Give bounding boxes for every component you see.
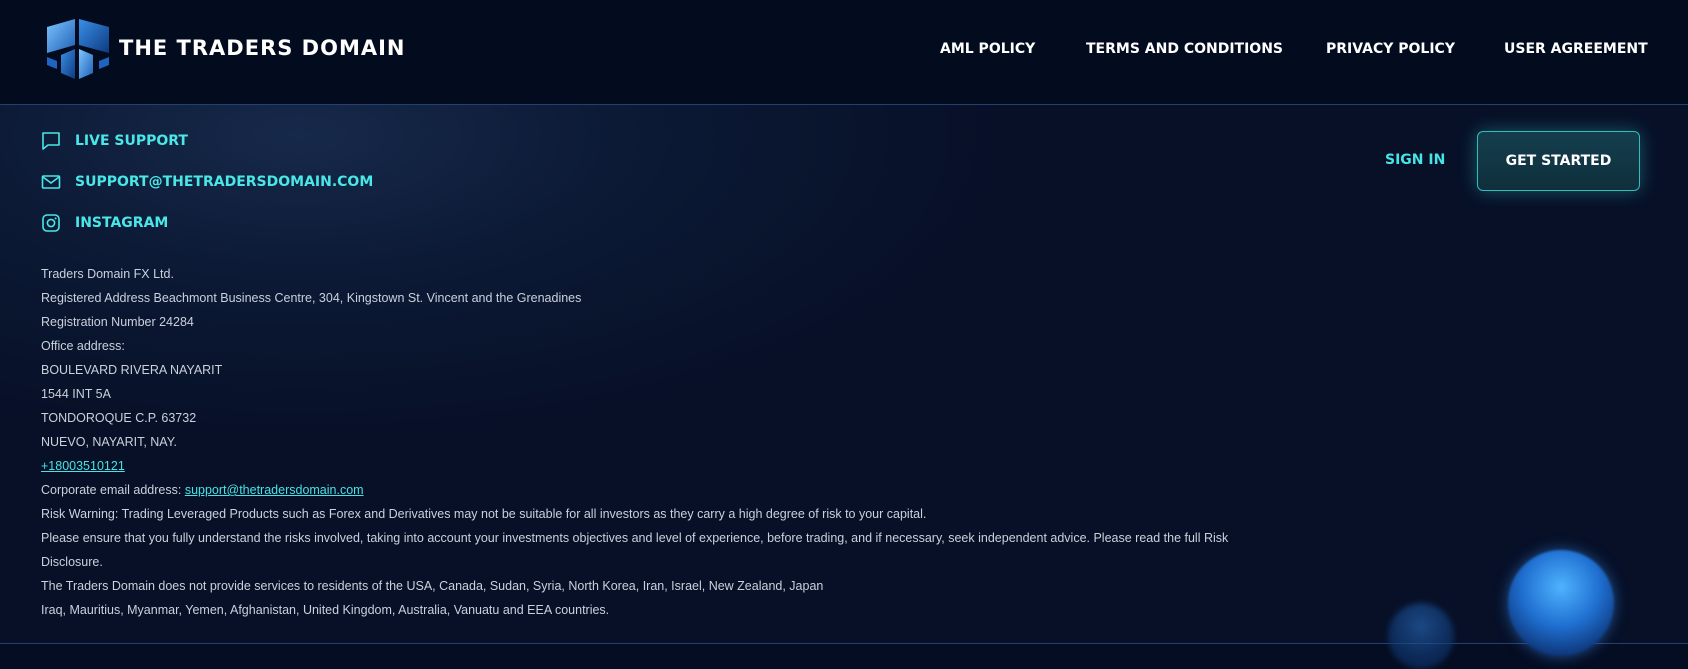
company-name: Traders Domain FX Ltd. (41, 267, 174, 281)
office-address-label: Office address: (41, 339, 125, 353)
risk-warning: Risk Warning: Trading Leveraged Products… (41, 507, 927, 521)
live-support-link[interactable]: LIVE SUPPORT (41, 130, 188, 152)
instagram-icon (42, 214, 60, 232)
cube-logo-icon[interactable] (43, 17, 113, 82)
site-header: THE TRADERS DOMAIN AML POLICY TERMS AND … (0, 0, 1688, 105)
live-support-label: LIVE SUPPORT (75, 133, 188, 149)
corporate-email-label: Corporate email address: (41, 483, 185, 497)
brand-name[interactable]: THE TRADERS DOMAIN (119, 36, 406, 60)
instagram-label: INSTAGRAM (75, 215, 169, 231)
mail-icon (41, 175, 61, 189)
nav-terms-and-conditions[interactable]: TERMS AND CONDITIONS (1086, 41, 1283, 57)
nav-user-agreement[interactable]: USER AGREEMENT (1504, 41, 1648, 57)
instagram-link[interactable]: INSTAGRAM (41, 212, 168, 234)
support-email-label: SUPPORT@THETRADERSDOMAIN.COM (75, 174, 374, 190)
risk-advice-continued: Disclosure. (41, 555, 103, 569)
nav-privacy-policy[interactable]: PRIVACY POLICY (1326, 41, 1455, 57)
get-started-button[interactable]: GET STARTED (1477, 131, 1640, 191)
sign-in-link[interactable]: SIGN IN (1385, 152, 1445, 168)
registered-address: Registered Address Beachmont Business Ce… (41, 291, 582, 305)
office-address-line: NUEVO, NAYARIT, NAY. (41, 435, 177, 449)
support-email-link[interactable]: SUPPORT@THETRADERSDOMAIN.COM (41, 171, 373, 193)
registration-number: Registration Number 24284 (41, 315, 194, 329)
office-address-line: 1544 INT 5A (41, 387, 111, 401)
phone-row: +18003510121 (41, 454, 1361, 478)
service-restriction: The Traders Domain does not provide serv… (41, 579, 824, 593)
risk-advice: Please ensure that you fully understand … (41, 531, 1229, 545)
corporate-email-row: Corporate email address: support@thetrad… (41, 478, 1361, 502)
company-info: Traders Domain FX Ltd. Registered Addres… (41, 262, 1361, 622)
decorative-orb-large (1508, 550, 1614, 656)
decorative-orb-small (1388, 603, 1454, 669)
nav-aml-policy[interactable]: AML POLICY (940, 41, 1035, 57)
corporate-email-link[interactable]: support@thetradersdomain.com (185, 483, 364, 497)
chat-bubble-icon (42, 132, 60, 150)
service-restriction-continued: Iraq, Mauritius, Myanmar, Yemen, Afghani… (41, 603, 610, 617)
office-address-line: BOULEVARD RIVERA NAYARIT (41, 363, 223, 377)
phone-link[interactable]: +18003510121 (41, 459, 125, 473)
office-address-line: TONDOROQUE C.P. 63732 (41, 411, 197, 425)
